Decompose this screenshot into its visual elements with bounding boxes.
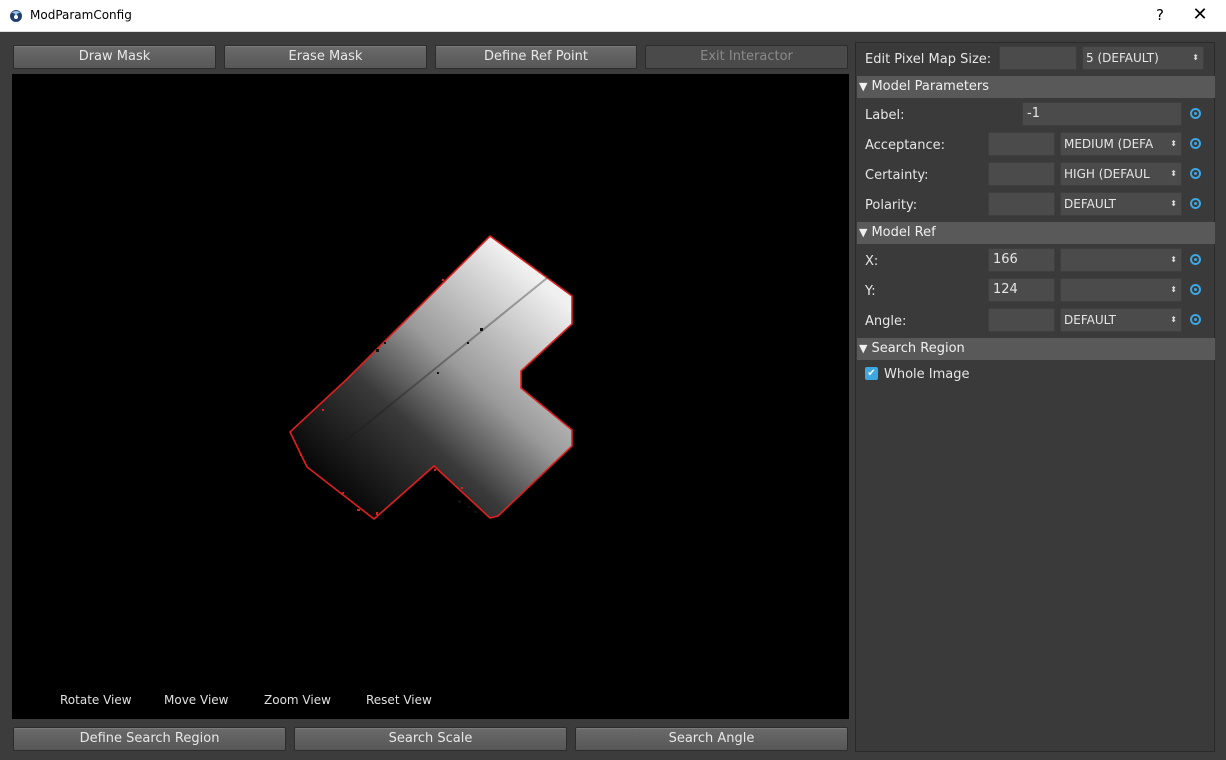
ref-y-input[interactable]: 124: [988, 278, 1055, 302]
move-view-control[interactable]: Move View: [164, 693, 228, 707]
window-title: ModParamConfig: [30, 8, 132, 22]
ref-angle-reset-radio-icon[interactable]: [1190, 314, 1201, 325]
model-parameters-title: Model Parameters: [871, 79, 990, 94]
acceptance-select-value: MEDIUM (DEFA: [1064, 137, 1154, 151]
model-ref-header[interactable]: ▼ Model Ref: [857, 222, 1215, 244]
acceptance-select[interactable]: MEDIUM (DEFA ⬍: [1060, 132, 1182, 156]
certainty-input[interactable]: [988, 162, 1055, 186]
ref-angle-select-value: DEFAULT: [1064, 313, 1116, 327]
draw-mask-button[interactable]: Draw Mask: [13, 45, 216, 69]
label-input[interactable]: -1: [1022, 102, 1182, 126]
collapse-triangle-icon: ▼: [859, 226, 868, 239]
ref-x-select[interactable]: ⬍: [1060, 248, 1182, 272]
updown-arrow-icon: ⬍: [1170, 199, 1177, 208]
model-parameters-header[interactable]: ▼ Model Parameters: [857, 76, 1215, 98]
polarity-select[interactable]: DEFAULT ⬍: [1060, 192, 1182, 216]
acceptance-reset-radio-icon[interactable]: [1190, 138, 1201, 149]
acceptance-label: Acceptance:: [865, 138, 946, 153]
ref-x-input[interactable]: 166: [988, 248, 1055, 272]
reset-view-control[interactable]: Reset View: [366, 693, 432, 707]
certainty-label: Certainty:: [865, 168, 929, 183]
depth-image-canvas[interactable]: [12, 74, 849, 719]
certainty-select[interactable]: HIGH (DEFAUL ⬍: [1060, 162, 1182, 186]
ref-x-reset-radio-icon[interactable]: [1190, 254, 1201, 265]
image-viewport[interactable]: Rotate View Move View Zoom View Reset Vi…: [12, 74, 849, 719]
polarity-select-value: DEFAULT: [1064, 197, 1116, 211]
erase-mask-button[interactable]: Erase Mask: [224, 45, 427, 69]
updown-arrow-icon: ⬍: [1170, 169, 1177, 178]
certainty-reset-radio-icon[interactable]: [1190, 168, 1201, 179]
polarity-input[interactable]: [988, 192, 1055, 216]
ref-y-select[interactable]: ⬍: [1060, 278, 1182, 302]
updown-arrow-icon: ⬍: [1170, 285, 1177, 294]
whole-image-checkbox[interactable]: ✔: [865, 367, 878, 380]
polarity-reset-radio-icon[interactable]: [1190, 198, 1201, 209]
help-button[interactable]: ?: [1152, 6, 1168, 24]
edit-pixel-map-size-label: Edit Pixel Map Size:: [865, 52, 992, 67]
ref-x-label: X:: [865, 254, 879, 269]
close-button[interactable]: ✕: [1190, 4, 1210, 25]
label-reset-radio-icon[interactable]: [1190, 108, 1201, 119]
label-label: Label:: [865, 108, 905, 123]
app-logo-icon: [10, 10, 22, 22]
ref-y-reset-radio-icon[interactable]: [1190, 284, 1201, 295]
ref-y-label: Y:: [865, 284, 876, 299]
zoom-view-control[interactable]: Zoom View: [264, 693, 331, 707]
search-region-header[interactable]: ▼ Search Region: [857, 338, 1215, 360]
updown-arrow-icon: ⬍: [1192, 53, 1199, 62]
edit-pixel-map-size-select[interactable]: 5 (DEFAULT) ⬍: [1082, 46, 1204, 70]
search-angle-button[interactable]: Search Angle: [575, 727, 848, 751]
collapse-triangle-icon: ▼: [859, 342, 868, 355]
parameter-panel: Edit Pixel Map Size: 5 (DEFAULT) ⬍ ▼ Mode…: [855, 42, 1215, 752]
model-ref-title: Model Ref: [871, 225, 936, 240]
checkmark-icon: ✔: [867, 368, 876, 379]
define-search-region-button[interactable]: Define Search Region: [13, 727, 286, 751]
exit-interactor-button[interactable]: Exit Interactor: [645, 45, 848, 69]
masked-object-shape: [289, 234, 573, 521]
updown-arrow-icon: ⬍: [1170, 139, 1177, 148]
updown-arrow-icon: ⬍: [1170, 315, 1177, 324]
ref-angle-select[interactable]: DEFAULT ⬍: [1060, 308, 1182, 332]
ref-angle-input[interactable]: [988, 308, 1055, 332]
edit-pixel-map-size-select-value: 5 (DEFAULT): [1086, 51, 1159, 65]
updown-arrow-icon: ⬍: [1170, 255, 1177, 264]
ref-angle-label: Angle:: [865, 314, 907, 329]
title-bar: ModParamConfig ? ✕: [0, 0, 1226, 32]
acceptance-input[interactable]: [988, 132, 1055, 156]
define-ref-point-button[interactable]: Define Ref Point: [435, 45, 637, 69]
search-scale-button[interactable]: Search Scale: [294, 727, 567, 751]
rotate-view-control[interactable]: Rotate View: [60, 693, 132, 707]
edit-pixel-map-size-input[interactable]: [999, 46, 1077, 70]
collapse-triangle-icon: ▼: [859, 80, 868, 93]
certainty-select-value: HIGH (DEFAUL: [1064, 167, 1150, 181]
polarity-label: Polarity:: [865, 198, 918, 213]
whole-image-label: Whole Image: [884, 367, 970, 382]
search-region-title: Search Region: [871, 341, 965, 356]
